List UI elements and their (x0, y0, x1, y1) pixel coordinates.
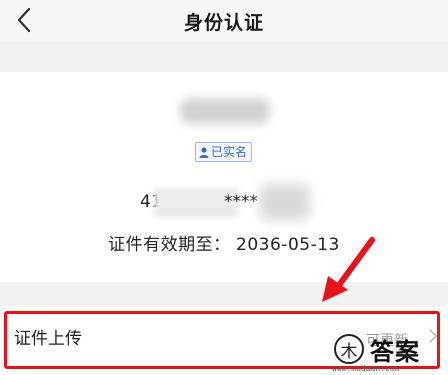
person-icon (199, 146, 209, 158)
upload-label: 证件上传 (14, 329, 82, 349)
verified-badge: 已实名 (195, 142, 253, 162)
id-number-mask: **** (224, 192, 258, 212)
validity-line: 证件有效期至： 2036-05-13 (0, 230, 448, 255)
document-upload-row[interactable]: 证件上传 可更新 (0, 306, 448, 375)
red-arrow-annotation (322, 237, 375, 302)
chevron-right-icon (426, 326, 440, 346)
page-title: 身份认证 (183, 12, 264, 34)
update-link[interactable]: 可更新 (366, 330, 408, 350)
identity-card: 已实名 41 **** 证件有效期至： 2036-05-13 (0, 72, 448, 282)
nav-header: 身份认证 (0, 0, 448, 42)
blurred-id-tail (260, 184, 310, 220)
validity-label: 证件有效期至： (108, 235, 231, 255)
verified-badge-label: 已实名 (211, 145, 248, 159)
blurred-name (180, 98, 270, 124)
